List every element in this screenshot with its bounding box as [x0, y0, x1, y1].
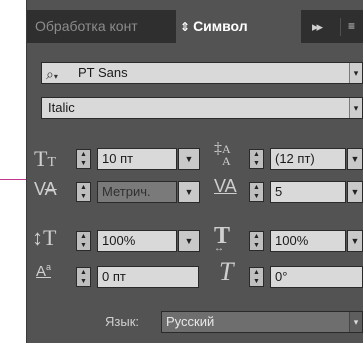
baseline-shift-field[interactable]: 0 пт [97, 266, 199, 288]
leading-dropdown-arrow[interactable]: ▼ [347, 148, 363, 170]
tracking-field[interactable]: 5 [270, 181, 346, 203]
kerning-dropdown-arrow[interactable]: ▼ [178, 181, 200, 203]
tracking-stepper[interactable]: ▲ ▼ [249, 182, 264, 202]
vertical-scale-field[interactable]: 100% [97, 230, 177, 252]
panel-tabbar: Обработка конт ⇕ Символ ▸▸ ≡ [27, 10, 363, 43]
tab-sort-icon: ⇕ [180, 20, 191, 34]
chevron-down-icon[interactable]: ▾ [349, 312, 362, 332]
kerning-stepper[interactable]: ▲ ▼ [76, 182, 91, 202]
font-style-value: Italic [48, 100, 75, 115]
tracking-icon: VA [214, 176, 237, 196]
language-dropdown[interactable]: Русский ▾ [161, 311, 363, 333]
horizontal-scale-icon: T ↔ [214, 223, 231, 254]
skew-icon: T [219, 257, 234, 286]
font-style-dropdown[interactable]: Italic ▾ [41, 97, 363, 119]
horizontal-scale-field[interactable]: 100% [270, 230, 346, 252]
font-size-field[interactable]: 10 пт [97, 148, 177, 170]
search-icon[interactable]: ⌕▾ [46, 64, 58, 87]
leading-icon: ‡A A [214, 140, 231, 168]
chevron-down-icon[interactable]: ▾ [349, 98, 362, 118]
font-family-dropdown[interactable]: ⌕▾ PT Sans ▾ [41, 62, 363, 84]
kerning-field[interactable]: Метрич. [97, 181, 177, 203]
skew-field[interactable]: 0° [270, 266, 363, 288]
panel-menu-icon[interactable]: ≡ [348, 10, 355, 43]
font-family-value: PT Sans [78, 65, 128, 80]
horizontal-scale-stepper[interactable]: ▲ ▼ [249, 231, 264, 251]
kerning-icon: VA [34, 179, 57, 199]
font-size-dropdown-arrow[interactable]: ▼ [178, 148, 200, 170]
leading-stepper[interactable]: ▲ ▼ [249, 149, 264, 169]
vertical-scale-icon: ↕T [32, 225, 57, 250]
skew-stepper[interactable]: ▲ ▼ [249, 267, 264, 287]
horizontal-scale-dropdown-arrow[interactable]: ▼ [347, 230, 363, 252]
baseline-shift-icon: Aa [36, 262, 52, 280]
tracking-dropdown-arrow[interactable]: ▼ [347, 181, 363, 203]
tab-separator [340, 18, 341, 36]
font-size-stepper[interactable]: ▲ ▼ [76, 149, 91, 169]
tab-character[interactable]: ⇕ Символ [176, 10, 301, 43]
tab-paragraph-processing[interactable]: Обработка конт [35, 10, 175, 43]
character-panel: Обработка конт ⇕ Символ ▸▸ ≡ ⌕▾ PT Sans ▾… [27, 0, 363, 343]
chevron-down-icon[interactable]: ▾ [349, 63, 362, 83]
tab-character-label: Символ [193, 18, 248, 34]
font-size-icon: TT [34, 146, 57, 171]
tab-overflow-icon[interactable]: ▸▸ [312, 10, 323, 43]
language-value: Русский [166, 314, 215, 329]
language-label: Язык: [105, 314, 139, 329]
vertical-scale-dropdown-arrow[interactable]: ▼ [178, 230, 200, 252]
leading-field[interactable]: (12 пт) [270, 148, 346, 170]
vertical-scale-stepper[interactable]: ▲ ▼ [76, 231, 91, 251]
baseline-shift-stepper[interactable]: ▲ ▼ [76, 267, 91, 287]
